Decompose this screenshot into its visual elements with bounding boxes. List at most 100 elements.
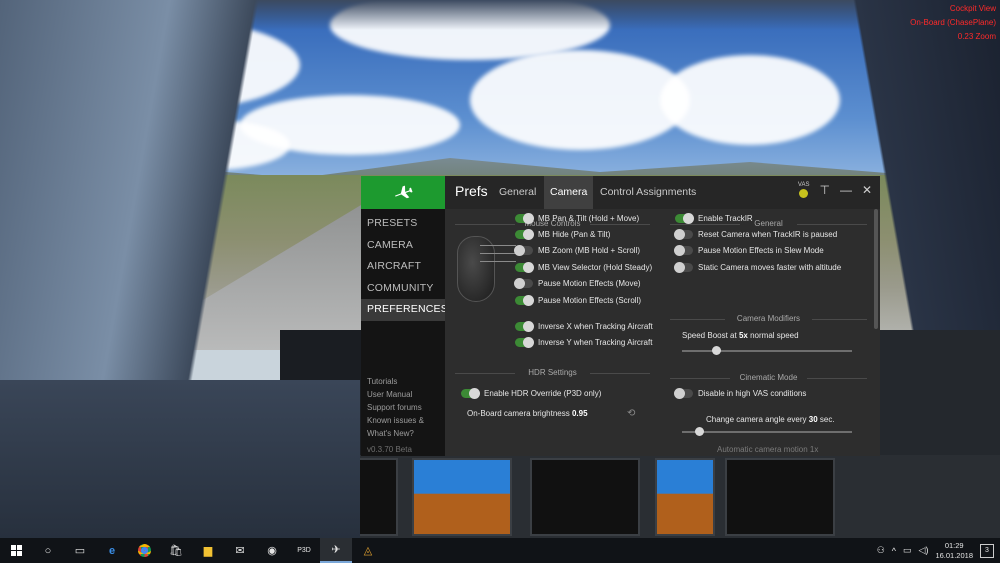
option-label: Disable in high VAS conditions: [698, 389, 807, 398]
camera-modifiers-heading: Camera Modifiers: [670, 314, 867, 323]
toggle-mb-hide[interactable]: [515, 229, 534, 240]
sim-view-overlay: Cockpit View On-Board (ChasePlane) 0.23 …: [910, 2, 996, 44]
task-view-icon[interactable]: ▭: [64, 538, 96, 563]
toggle-enable-trackir[interactable]: [675, 213, 694, 224]
mail-icon[interactable]: ✉: [224, 538, 256, 563]
toggle-mb-pan-tilt[interactable]: [515, 213, 534, 224]
version-label: v0.3.70 Beta: [367, 445, 412, 454]
scrollbar[interactable]: [874, 209, 878, 329]
system-tray: ⚇ ^ ▭ ◁) 01:29 16.01.2018 3: [877, 538, 1000, 563]
close-icon[interactable]: ✕: [862, 183, 872, 197]
chaseplane-taskbar-icon[interactable]: ✈: [320, 538, 352, 563]
camera-angle-label: Change camera angle every 30 sec.: [706, 415, 835, 424]
option-label: Inverse X when Tracking Aircraft: [538, 322, 653, 331]
store-icon[interactable]: 🛍: [160, 538, 192, 563]
toggle-inverse-x[interactable]: [515, 321, 534, 332]
people-icon[interactable]: ⚇: [877, 545, 885, 556]
option-label: Pause Motion Effects in Slew Mode: [698, 246, 824, 255]
file-explorer-icon[interactable]: ▆: [192, 538, 224, 563]
camera-preferences-panel: Mouse Controls MB Pan & Tilt (Hold + Mov…: [445, 209, 880, 456]
option-inverse-x: Inverse X when Tracking Aircraft: [515, 321, 653, 332]
option-reset-camera-trackir: Reset Camera when TrackIR is paused: [674, 229, 838, 240]
chaseplane-logo[interactable]: [361, 176, 445, 209]
toggle-mb-zoom[interactable]: [514, 245, 533, 256]
option-label: MB Zoom (MB Hold + Scroll): [538, 246, 641, 255]
tab-camera[interactable]: Camera: [544, 176, 594, 209]
angle-value: 30: [808, 415, 818, 424]
link-user-manual[interactable]: User Manual: [367, 388, 424, 401]
camera-angle-slider[interactable]: [682, 427, 852, 436]
slider-knob[interactable]: [695, 427, 704, 436]
option-label: Static Camera moves faster with altitude: [698, 263, 842, 272]
toggle-static-camera-altitude[interactable]: [674, 262, 693, 273]
sidebar-item-community[interactable]: COMMUNITY: [361, 278, 445, 300]
steam-icon[interactable]: ◉: [256, 538, 288, 563]
minimize-icon[interactable]: —: [840, 183, 852, 197]
overlay-view-name: Cockpit View: [949, 4, 996, 13]
toggle-hdr-override[interactable]: [461, 388, 480, 399]
vas-label: VAS: [797, 182, 810, 188]
reset-icon[interactable]: ⟲: [627, 408, 635, 419]
toggle-reset-camera-trackir[interactable]: [674, 229, 693, 240]
pin-icon[interactable]: ⊤: [819, 183, 829, 197]
notification-icon[interactable]: 3: [980, 543, 994, 558]
option-label: Pause Motion Effects (Move): [538, 279, 641, 288]
help-links: Tutorials User Manual Support forums Kno…: [367, 375, 424, 456]
toggle-pause-motion-scroll[interactable]: [515, 295, 534, 306]
toggle-inverse-y[interactable]: [515, 337, 534, 348]
speed-boost-slider[interactable]: [682, 346, 852, 355]
speed-prefix: Speed Boost at: [682, 331, 737, 340]
sidebar-item-preferences[interactable]: PREFERENCES: [361, 299, 448, 321]
option-label: Enable HDR Override (P3D only): [484, 389, 602, 398]
sidebar-item-presets[interactable]: PRESETS: [361, 213, 445, 235]
chevron-up-icon[interactable]: ^: [892, 546, 896, 556]
edge-browser-icon[interactable]: e: [96, 538, 128, 563]
option-mb-pan-tilt: MB Pan & Tilt (Hold + Move): [515, 213, 640, 224]
link-support-forums[interactable]: Support forums: [367, 401, 424, 414]
link-known-issues[interactable]: Known issues &: [367, 414, 424, 427]
app-icon[interactable]: ◬: [352, 538, 384, 563]
option-label: Pause Motion Effects (Scroll): [538, 296, 642, 305]
toggle-disable-high-vas[interactable]: [674, 388, 693, 399]
link-whats-new[interactable]: What's New?: [367, 427, 424, 440]
speed-suffix: normal speed: [750, 331, 799, 340]
option-label: MB Pan & Tilt (Hold + Move): [538, 214, 640, 223]
option-enable-trackir: Enable TrackIR: [675, 213, 753, 224]
windows-start-icon[interactable]: [0, 538, 32, 563]
link-tutorials[interactable]: Tutorials: [367, 375, 424, 388]
tab-general[interactable]: General: [493, 176, 542, 209]
page-title: Prefs: [455, 183, 488, 199]
p3d-app-icon[interactable]: P3D: [288, 538, 320, 563]
sidebar-nav: PRESETS CAMERA AIRCRAFT COMMUNITY PREFER…: [361, 213, 448, 321]
toggle-pause-motion-move[interactable]: [514, 278, 533, 289]
toggle-mb-view-selector[interactable]: [515, 262, 534, 273]
overlay-camera-name: On-Board (ChasePlane): [910, 18, 996, 27]
taskbar: ○ ▭ e 🛍 ▆ ✉ ◉ P3D ✈ ◬ ⚇ ^ ▭ ◁) 01:29 16.…: [0, 538, 1000, 563]
clock[interactable]: 01:29 16.01.2018: [935, 541, 973, 561]
option-mb-view-selector: MB View Selector (Hold Steady): [515, 262, 652, 273]
chrome-icon[interactable]: [128, 538, 160, 563]
cinematic-mode-heading: Cinematic Mode: [670, 373, 867, 382]
option-pause-motion-slew: Pause Motion Effects in Slew Mode: [674, 245, 824, 256]
slider-knob[interactable]: [712, 346, 721, 355]
search-icon[interactable]: ○: [32, 538, 64, 563]
window-controls: VAS ⊤ — ✕: [798, 182, 872, 198]
option-mb-hide: MB Hide (Pan & Tilt): [515, 229, 610, 240]
option-pause-motion-move: Pause Motion Effects (Move): [514, 278, 641, 289]
angle-prefix: Change camera angle every: [706, 415, 807, 424]
p3d-label: P3D: [297, 547, 311, 554]
chaseplane-window: PRESETS CAMERA AIRCRAFT COMMUNITY PREFER…: [361, 176, 880, 456]
network-icon[interactable]: ▭: [903, 545, 912, 556]
sidebar-item-aircraft[interactable]: AIRCRAFT: [361, 256, 445, 278]
toggle-pause-motion-slew[interactable]: [674, 245, 693, 256]
clock-time: 01:29: [944, 540, 964, 550]
volume-icon[interactable]: ◁): [919, 545, 929, 556]
hdr-settings-heading: HDR Settings: [455, 368, 650, 377]
option-mb-zoom: MB Zoom (MB Hold + Scroll): [514, 245, 641, 256]
option-label: Reset Camera when TrackIR is paused: [698, 230, 838, 239]
vas-indicator: VAS: [797, 182, 810, 198]
sidebar-item-camera[interactable]: CAMERA: [361, 235, 445, 257]
clock-date: 16.01.2018: [935, 550, 973, 560]
overlay-zoom: 0.23 Zoom: [957, 32, 996, 41]
tab-control-assignments[interactable]: Control Assignments: [594, 176, 702, 209]
